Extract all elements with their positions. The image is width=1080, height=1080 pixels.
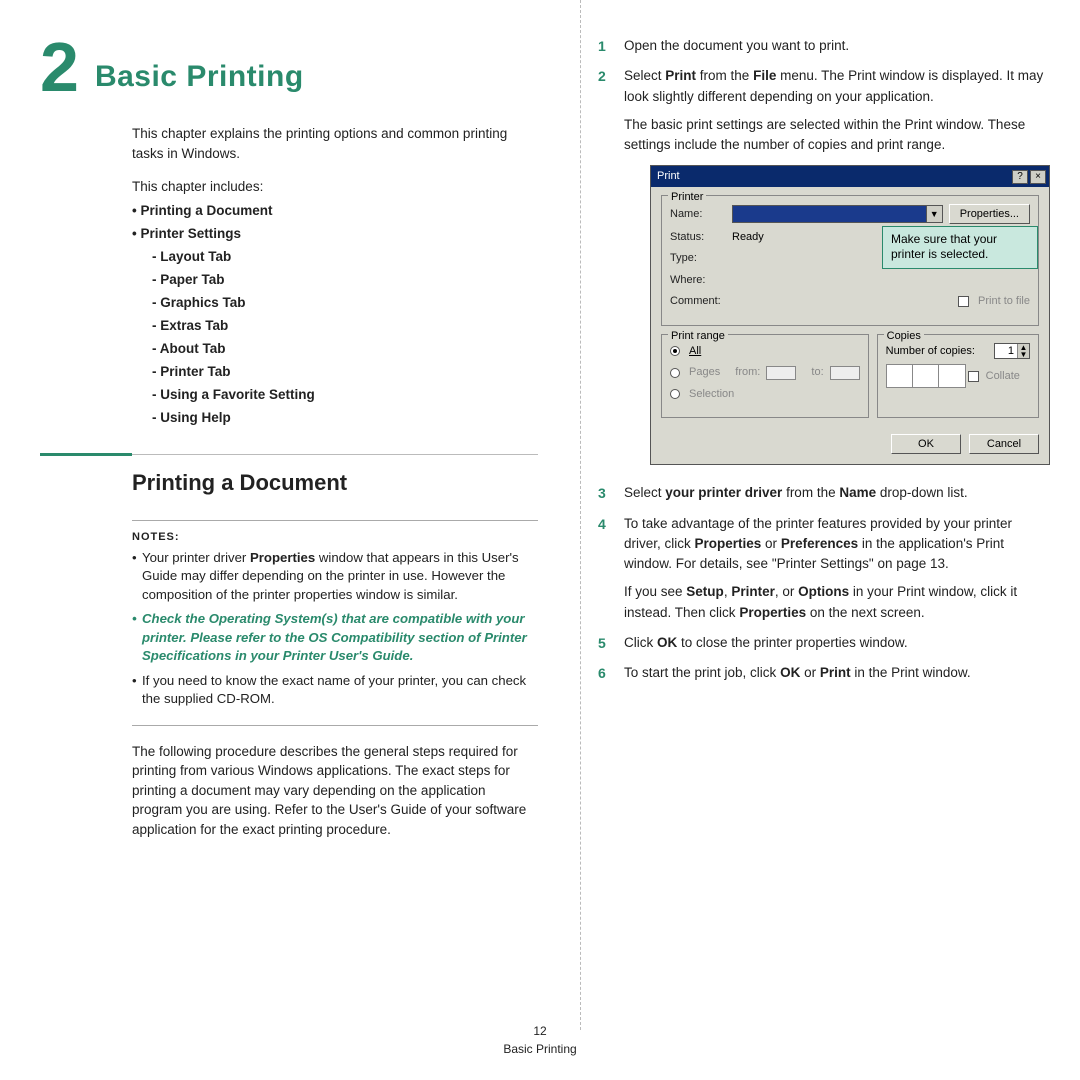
ok-button[interactable]: OK bbox=[891, 434, 961, 454]
intro-paragraph: This chapter explains the printing optio… bbox=[132, 124, 538, 163]
all-label: All bbox=[689, 343, 701, 360]
toc-subitem[interactable]: Using a Favorite Setting bbox=[160, 387, 315, 402]
notes-box: NOTES: Your printer driver Properties wi… bbox=[132, 520, 538, 726]
column-divider bbox=[580, 0, 581, 1030]
help-button[interactable]: ? bbox=[1012, 170, 1028, 184]
copies-group-label: Copies bbox=[884, 328, 924, 345]
to-label: to: bbox=[811, 364, 823, 381]
callout-tooltip: Make sure that your printer is selected. bbox=[882, 226, 1038, 269]
note-item: Your printer driver Properties window th… bbox=[132, 549, 538, 604]
dialog-titlebar: Print ? × bbox=[651, 166, 1049, 187]
radio-all[interactable] bbox=[670, 346, 680, 356]
toc-subitem[interactable]: Extras Tab bbox=[160, 318, 228, 333]
status-label: Status: bbox=[670, 229, 726, 246]
radio-selection[interactable] bbox=[670, 389, 680, 399]
step-6: 6 To start the print job, click OK or Pr… bbox=[598, 663, 1050, 683]
page-number: 12 bbox=[0, 1022, 1080, 1040]
name-label: Name: bbox=[670, 206, 726, 223]
footer-label: Basic Printing bbox=[0, 1040, 1080, 1058]
step-2: 2 Select Print from the File menu. The P… bbox=[598, 66, 1050, 465]
radio-pages[interactable] bbox=[670, 368, 680, 378]
collate-label: Collate bbox=[986, 368, 1020, 385]
status-value: Ready bbox=[732, 229, 764, 246]
step-1: 1Open the document you want to print. bbox=[598, 36, 1050, 56]
num-copies-label: Number of copies: bbox=[886, 343, 975, 360]
section-rule bbox=[40, 453, 538, 456]
body-paragraph: The following procedure describes the ge… bbox=[132, 742, 538, 840]
toc-subitem[interactable]: Paper Tab bbox=[160, 272, 224, 287]
toc-subitem[interactable]: Graphics Tab bbox=[160, 295, 245, 310]
note-item: If you need to know the exact name of yo… bbox=[132, 672, 538, 709]
chapter-title: Basic Printing bbox=[95, 60, 304, 102]
chapter-toc: Printing a Document Printer Settings Lay… bbox=[132, 203, 538, 425]
close-button[interactable]: × bbox=[1030, 170, 1046, 184]
printer-group-label: Printer bbox=[668, 189, 706, 206]
range-group-label: Print range bbox=[668, 328, 728, 345]
chapter-number: 2 bbox=[40, 32, 77, 102]
note-item-em: Check the Operating System(s) that are c… bbox=[132, 610, 538, 665]
step-5: 5 Click OK to close the printer properti… bbox=[598, 633, 1050, 653]
pages-label: Pages bbox=[689, 364, 720, 381]
toc-subitem[interactable]: Printer Tab bbox=[160, 364, 230, 379]
print-to-file-label: Print to file bbox=[978, 293, 1030, 310]
collate-icon bbox=[938, 364, 966, 388]
where-label: Where: bbox=[670, 272, 726, 289]
chevron-down-icon: ▼ bbox=[926, 206, 942, 222]
print-dialog: Print ? × Printer Make sure that your pr… bbox=[650, 165, 1050, 465]
cancel-button[interactable]: Cancel bbox=[969, 434, 1039, 454]
collate-checkbox[interactable] bbox=[968, 371, 979, 382]
toc-subitem[interactable]: Layout Tab bbox=[160, 249, 231, 264]
properties-button[interactable]: Properties... bbox=[949, 204, 1030, 224]
print-to-file-checkbox[interactable] bbox=[958, 296, 969, 307]
notes-label: NOTES: bbox=[132, 531, 538, 543]
section-title: Printing a Document bbox=[132, 470, 538, 496]
dialog-title: Print bbox=[657, 168, 1010, 185]
step-4: 4 To take advantage of the printer featu… bbox=[598, 514, 1050, 623]
from-input[interactable] bbox=[766, 366, 796, 380]
printer-name-dropdown[interactable]: ▼ bbox=[732, 205, 943, 223]
collate-icon bbox=[912, 364, 940, 388]
toc-subitem[interactable]: Using Help bbox=[160, 410, 231, 425]
to-input[interactable] bbox=[830, 366, 860, 380]
collate-icon bbox=[886, 364, 914, 388]
copies-spinner[interactable]: 1 ▲▼ bbox=[994, 343, 1030, 359]
chapter-header: 2 Basic Printing bbox=[40, 32, 538, 102]
toc-item[interactable]: Printing a Document bbox=[140, 203, 272, 218]
step-3: 3 Select your printer driver from the Na… bbox=[598, 483, 1050, 503]
from-label: from: bbox=[735, 364, 760, 381]
page-footer: 12 Basic Printing bbox=[0, 1022, 1080, 1058]
type-label: Type: bbox=[670, 250, 726, 267]
comment-label: Comment: bbox=[670, 293, 726, 310]
selection-label: Selection bbox=[689, 386, 734, 403]
toc-item[interactable]: Printer Settings bbox=[140, 226, 241, 241]
includes-label: This chapter includes: bbox=[132, 177, 538, 197]
toc-subitem[interactable]: About Tab bbox=[160, 341, 226, 356]
